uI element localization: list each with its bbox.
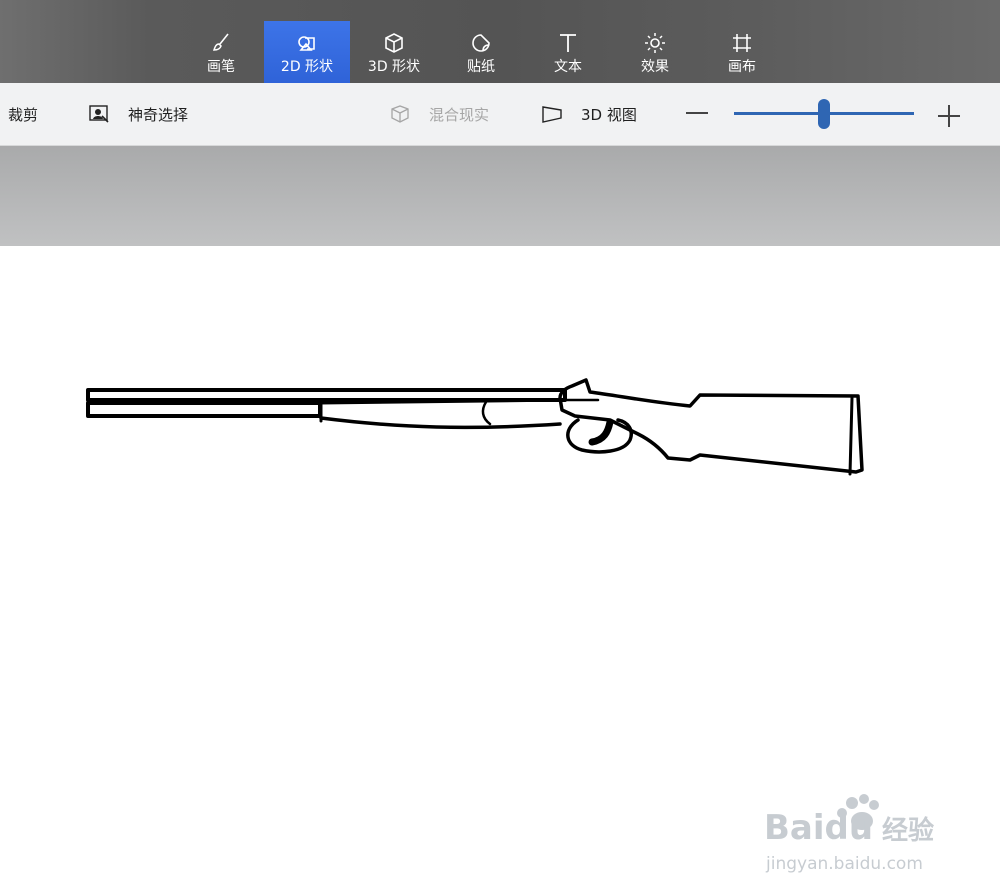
crop-label: 裁剪 — [8, 105, 39, 124]
magic-select-label: 神奇选择 — [128, 105, 189, 124]
drawing-canvas[interactable]: Baidu 经验 jingyan.baidu.com — [0, 246, 1000, 874]
tab-label: 3D 形状 — [367, 59, 421, 75]
mixed-reality-icon — [391, 105, 409, 123]
brush-icon — [212, 33, 229, 51]
tab-label: 贴纸 — [467, 59, 495, 75]
watermark-url: jingyan.baidu.com — [765, 854, 923, 874]
3d-cube-icon — [385, 33, 403, 53]
crop-button[interactable]: 裁剪 — [8, 83, 38, 145]
tab-label: 效果 — [641, 59, 669, 75]
tab-text[interactable]: 文本 — [525, 21, 611, 83]
tab-stickers[interactable]: 贴纸 — [438, 21, 524, 83]
magic-select-button[interactable]: 神奇选择 — [88, 83, 188, 145]
tab-3d-shapes[interactable]: 3D 形状 — [351, 21, 437, 83]
tab-label: 画笔 — [207, 59, 235, 75]
mixed-reality-label: 混合现实 — [429, 105, 490, 124]
tab-label: 2D 形状 — [280, 59, 334, 75]
tab-effects[interactable]: 效果 — [612, 21, 698, 83]
workspace-background — [0, 146, 1000, 246]
canvas-crop-icon — [733, 34, 751, 52]
watermark-brand: Baidu — [764, 808, 873, 848]
tab-label: 画布 — [728, 59, 756, 75]
zoom-out-icon[interactable] — [686, 112, 708, 114]
baidu-jingyan-watermark: Baidu 经验 jingyan.baidu.com — [764, 794, 934, 874]
3d-view-icon — [542, 106, 562, 123]
magic-select-icon — [89, 105, 109, 123]
ribbon-toolbar: 画笔 2D 形状 3D 形状 贴纸 文本 效果 画布 — [0, 0, 1000, 83]
tab-brushes[interactable]: 画笔 — [178, 21, 264, 83]
sun-effects-icon — [645, 33, 665, 53]
tab-canvas[interactable]: 画布 — [699, 21, 785, 83]
3d-view-button[interactable]: 3D 视图 — [541, 83, 637, 145]
tab-label: 文本 — [554, 59, 582, 75]
shotgun-drawing — [86, 378, 864, 476]
sticker-icon — [472, 34, 490, 52]
text-icon — [560, 34, 576, 52]
mixed-reality-button[interactable]: 混合现实 — [389, 83, 489, 145]
watermark-cn: 经验 — [882, 815, 934, 846]
2d-shapes-icon — [298, 36, 315, 51]
zoom-in-icon-vertical — [948, 105, 950, 127]
zoom-slider-thumb[interactable] — [818, 99, 830, 129]
3d-view-label: 3D 视图 — [581, 105, 637, 124]
tab-2d-shapes[interactable]: 2D 形状 — [264, 21, 350, 83]
